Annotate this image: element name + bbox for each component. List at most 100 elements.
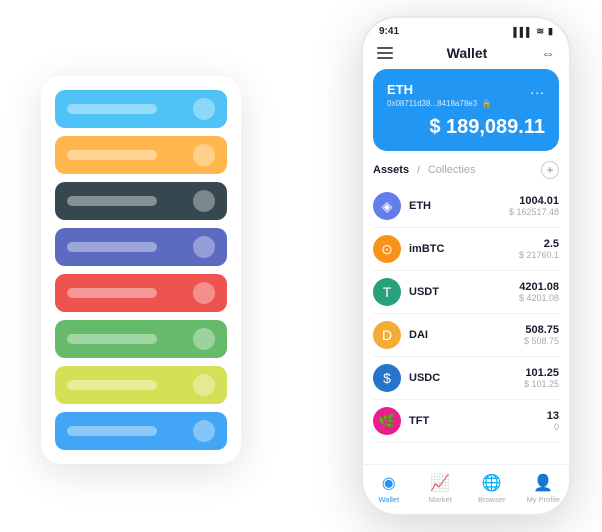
card-stack-item[interactable] [55,320,227,358]
asset-usd-amount: $ 21760.1 [519,250,559,260]
card-item-icon [193,144,215,166]
asset-usd-amount: $ 162517.48 [509,207,559,217]
scene: 9:41 ▌▌▌ ≋ ▮ Wallet ⇔ ETH ... [21,16,581,516]
asset-name: USDT [409,286,519,298]
bottom-nav: ◉ Wallet 📈 Market 🌐 Browser 👤 My Profile [363,464,569,514]
card-stack-item[interactable] [55,412,227,450]
card-item-label [67,334,157,344]
nav-item-browser[interactable]: 🌐 Browser [466,473,518,504]
nav-my profile-label: My Profile [527,495,560,504]
asset-row[interactable]: ◈ ETH1004.01$ 162517.48 [373,185,559,228]
asset-amounts: 508.75$ 508.75 [524,324,559,346]
balance-card-header: ETH ... [387,81,545,97]
status-time: 9:41 [379,26,399,37]
assets-tabs: Assets / Collecties [373,164,476,176]
card-item-label [67,426,157,436]
balance-coin-symbol: ETH [387,82,413,97]
expand-icon[interactable]: ⇔ [541,45,555,61]
menu-icon[interactable] [377,47,393,59]
card-item-icon [193,190,215,212]
add-asset-button[interactable]: + [541,161,559,179]
nav-browser-icon: 🌐 [482,473,502,493]
card-stack-item[interactable] [55,90,227,128]
card-item-label [67,104,157,114]
asset-token-amount: 2.5 [519,238,559,250]
card-stack-item[interactable] [55,182,227,220]
asset-icon: T [373,278,401,306]
nav-wallet-label: Wallet [378,495,399,504]
nav-item-wallet[interactable]: ◉ Wallet [363,473,415,504]
nav-browser-label: Browser [478,495,506,504]
asset-usd-amount: $ 101.25 [524,379,559,389]
nav-item-market[interactable]: 📈 Market [415,473,467,504]
asset-row[interactable]: $ USDC101.25$ 101.25 [373,357,559,400]
assets-header: Assets / Collecties + [373,161,559,179]
balance-card-menu[interactable]: ... [530,81,545,97]
status-bar: 9:41 ▌▌▌ ≋ ▮ [363,18,569,41]
card-stack [41,76,241,464]
phone: 9:41 ▌▌▌ ≋ ▮ Wallet ⇔ ETH ... [361,16,571,516]
nav-market-label: Market [429,495,452,504]
asset-icon: $ [373,364,401,392]
asset-amounts: 4201.08$ 4201.08 [519,281,559,303]
balance-amount: $ 189,089.11 [387,116,545,139]
asset-token-amount: 508.75 [524,324,559,336]
card-stack-item[interactable] [55,366,227,404]
asset-usd-amount: 0 [547,422,559,432]
asset-row[interactable]: ⊙ imBTC2.5$ 21760.1 [373,228,559,271]
asset-name: USDC [409,372,524,384]
asset-amounts: 2.5$ 21760.1 [519,238,559,260]
asset-usd-amount: $ 4201.08 [519,293,559,303]
nav-wallet-icon: ◉ [382,473,396,493]
asset-list: ◈ ETH1004.01$ 162517.48 ⊙ imBTC2.5$ 21760.1… [373,185,559,443]
asset-row[interactable]: T USDT4201.08$ 4201.08 [373,271,559,314]
asset-token-amount: 1004.01 [509,195,559,207]
status-icons: ▌▌▌ ≋ ▮ [513,26,553,37]
card-stack-item[interactable] [55,228,227,266]
card-item-icon [193,374,215,396]
asset-name: imBTC [409,243,519,255]
card-item-label [67,288,157,298]
asset-name: ETH [409,200,509,212]
card-item-icon [193,98,215,120]
card-stack-item[interactable] [55,136,227,174]
asset-row[interactable]: 🌿 TFT130 [373,400,559,443]
wifi-icon: ≋ [537,26,545,37]
tab-collectibles[interactable]: Collecties [428,164,476,176]
card-item-icon [193,328,215,350]
card-item-label [67,150,157,160]
asset-icon: D [373,321,401,349]
card-item-icon [193,420,215,442]
nav-my profile-icon: 👤 [533,473,553,493]
asset-name: TFT [409,415,547,427]
card-item-icon [193,282,215,304]
asset-token-amount: 101.25 [524,367,559,379]
tab-divider: / [417,165,420,176]
asset-token-amount: 13 [547,410,559,422]
battery-icon: ▮ [548,26,553,37]
nav-item-my-profile[interactable]: 👤 My Profile [518,473,570,504]
asset-amounts: 101.25$ 101.25 [524,367,559,389]
signal-icon: ▌▌▌ [513,27,532,37]
phone-content: ETH ... 0x08711d38...8418a78e3 🔒 $ 189,0… [363,69,569,464]
card-item-label [67,242,157,252]
nav-market-icon: 📈 [430,473,450,493]
card-item-label [67,380,157,390]
card-item-label [67,196,157,206]
tab-assets[interactable]: Assets [373,164,409,176]
asset-name: DAI [409,329,524,341]
balance-card-address: 0x08711d38...8418a78e3 🔒 [387,99,545,108]
asset-usd-amount: $ 508.75 [524,336,559,346]
asset-icon: 🌿 [373,407,401,435]
asset-amounts: 1004.01$ 162517.48 [509,195,559,217]
card-item-icon [193,236,215,258]
balance-card: ETH ... 0x08711d38...8418a78e3 🔒 $ 189,0… [373,69,559,151]
phone-header: Wallet ⇔ [363,41,569,69]
asset-icon: ⊙ [373,235,401,263]
card-stack-item[interactable] [55,274,227,312]
page-title: Wallet [447,45,488,61]
asset-token-amount: 4201.08 [519,281,559,293]
asset-row[interactable]: D DAI508.75$ 508.75 [373,314,559,357]
asset-amounts: 130 [547,410,559,432]
asset-icon: ◈ [373,192,401,220]
